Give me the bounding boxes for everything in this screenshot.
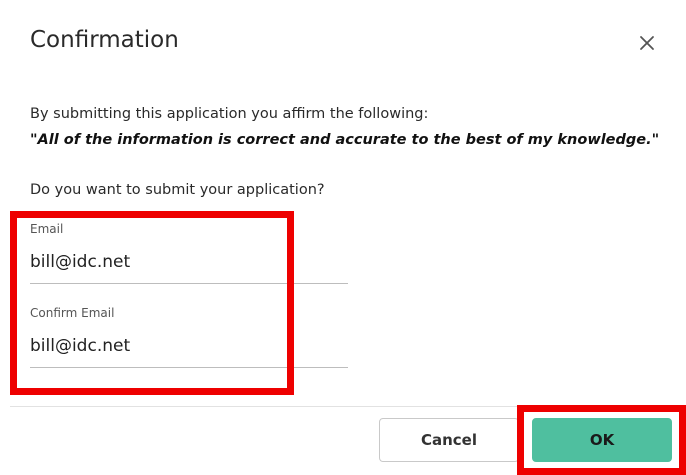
affirm-intro-text: By submitting this application you affir… bbox=[30, 106, 429, 122]
fields-highlight-box bbox=[10, 211, 294, 395]
dialog-title: Confirmation bbox=[30, 27, 179, 53]
affirm-statement-text: "All of the information is correct and a… bbox=[30, 132, 660, 148]
confirmation-dialog: Confirmation By submitting this applicat… bbox=[0, 0, 686, 475]
submit-question-text: Do you want to submit your application? bbox=[30, 182, 325, 198]
ok-highlight-box bbox=[517, 405, 686, 475]
close-icon[interactable] bbox=[634, 30, 660, 56]
cancel-button[interactable]: Cancel bbox=[379, 418, 519, 462]
